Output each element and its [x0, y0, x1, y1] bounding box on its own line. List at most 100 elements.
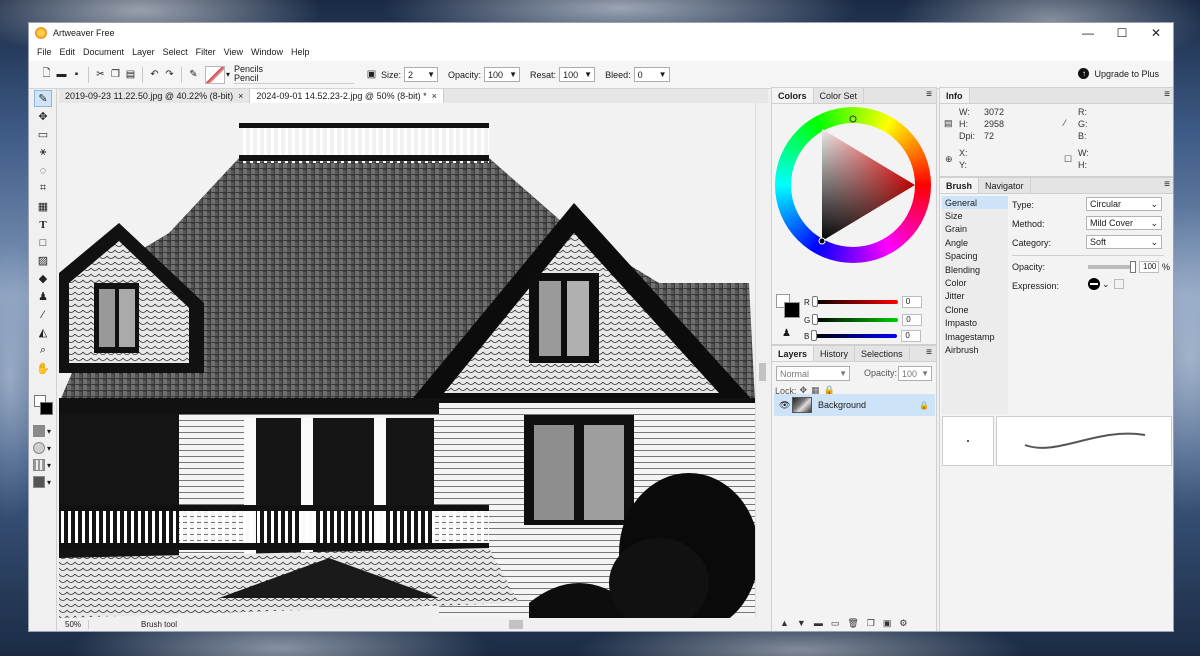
shape-tool-icon[interactable]: □ [34, 234, 52, 251]
brush-category-size[interactable]: Size [942, 209, 1008, 222]
new-document-icon[interactable]: 🗋 [39, 67, 54, 82]
rectangle-select-icon[interactable]: ▭ [34, 126, 52, 143]
expression-settings-icon[interactable] [1113, 279, 1124, 289]
menu-view[interactable]: View [220, 47, 247, 57]
brush-category-imagestamp[interactable]: Imagestamp [942, 330, 1008, 343]
move-layer-down-icon[interactable]: ▼ [797, 618, 806, 629]
redo-icon[interactable]: ↷ [162, 67, 177, 82]
grid-tool-icon[interactable]: ▦ [34, 198, 52, 215]
tab-color-set[interactable]: Color Set [814, 88, 865, 103]
open-folder-icon[interactable]: ▬ [54, 67, 69, 82]
expression-picker[interactable]: ⌄ [1088, 278, 1124, 290]
close-tab-icon[interactable]: × [432, 91, 437, 101]
maximize-button[interactable]: ☐ [1105, 23, 1139, 43]
canvas-vertical-scrollbar[interactable] [755, 103, 768, 618]
document-tab[interactable]: 2019-09-23 11.22.50.jpg @ 40.22% (8-bit)… [59, 89, 251, 103]
text-tool-icon[interactable]: T [34, 216, 52, 233]
blue-slider[interactable]: B 0 [804, 330, 922, 342]
resat-combo[interactable]: 100 ▼ [559, 67, 596, 82]
zoom-icon[interactable]: ⌕ [34, 342, 52, 359]
brush-settings-icon[interactable]: ▣ [364, 67, 379, 82]
hand-icon[interactable]: ✋ [34, 360, 52, 377]
menu-edit[interactable]: Edit [56, 47, 80, 57]
lasso-icon[interactable]: ◌ [34, 162, 52, 179]
tab-colors[interactable]: Colors [772, 88, 814, 103]
red-knob[interactable] [811, 296, 818, 307]
stamp-icon[interactable]: ♟ [34, 288, 52, 305]
minimize-button[interactable]: — [1071, 23, 1105, 43]
category-combo[interactable]: Soft ⌄ [1086, 235, 1162, 249]
move-layer-up-icon[interactable]: ▲ [780, 618, 789, 629]
menu-file[interactable]: File [33, 47, 56, 57]
red-value[interactable]: 0 [901, 296, 922, 308]
blue-track[interactable] [811, 330, 898, 341]
close-button[interactable]: ✕ [1139, 23, 1173, 43]
panel-menu-icon[interactable]: ≡ [1164, 179, 1170, 190]
red-track[interactable] [811, 296, 898, 307]
brush-category-clone[interactable]: Clone [942, 303, 1008, 316]
opacity-combo[interactable]: 100 ▼ [484, 67, 521, 82]
eraser-icon[interactable]: ◆ [34, 270, 52, 287]
document-tab-active[interactable]: 2024-09-01 14.52.23-2.jpg @ 50% (8-bit) … [250, 89, 444, 103]
brush-category-color[interactable]: Color [942, 276, 1008, 289]
green-track[interactable] [812, 314, 899, 325]
tab-history[interactable]: History [814, 346, 856, 361]
active-color-swatches[interactable] [776, 294, 802, 320]
method-combo[interactable]: Mild Cover ⌄ [1086, 216, 1162, 230]
stamp-icon[interactable]: ♟ [782, 328, 791, 339]
tab-selections[interactable]: Selections [855, 346, 910, 361]
menu-document[interactable]: Document [79, 47, 128, 57]
duplicate-layer-icon[interactable]: ❐ [867, 618, 875, 629]
brush-category-impasto[interactable]: Impasto [942, 317, 1008, 330]
paint-bucket-icon[interactable]: ◭ [34, 324, 52, 341]
panel-menu-icon[interactable]: ≡ [926, 347, 932, 358]
tab-info[interactable]: Info [940, 88, 970, 103]
layer-settings-gear-icon[interactable]: ⚙ [899, 618, 907, 629]
move-tool-icon[interactable]: ✥ [34, 108, 52, 125]
bleed-combo[interactable]: 0 ▼ [633, 67, 670, 82]
type-combo[interactable]: Circular ⌄ [1086, 197, 1162, 211]
brush-preset-picker[interactable]: ▾ Pencils Pencil [205, 65, 355, 84]
brush-category-airbrush[interactable]: Airbrush [942, 343, 1008, 356]
tab-brush[interactable]: Brush [940, 178, 980, 193]
brush-opacity-slider[interactable] [1088, 261, 1136, 273]
menu-filter[interactable]: Filter [192, 47, 220, 57]
gradient-icon[interactable]: ▨ [34, 252, 52, 269]
blend-mode-combo[interactable]: Normal ▼ [776, 366, 850, 381]
panel-menu-icon[interactable]: ≡ [926, 89, 932, 100]
menu-help[interactable]: Help [287, 47, 314, 57]
color-triangle[interactable] [775, 107, 931, 263]
copy-icon[interactable]: ❐ [108, 67, 123, 82]
brush-category-general[interactable]: General [942, 196, 1008, 210]
color-swatches[interactable] [34, 395, 56, 419]
green-knob[interactable] [812, 314, 819, 325]
brush-opacity-value[interactable]: 100 [1139, 261, 1159, 273]
paste-icon[interactable]: ▤ [123, 67, 138, 82]
save-icon[interactable]: ▪ [69, 67, 84, 82]
menu-select[interactable]: Select [159, 47, 192, 57]
image-canvas[interactable] [59, 103, 755, 618]
delete-layer-icon[interactable]: 🗑 [847, 618, 858, 629]
scroll-thumb[interactable] [509, 620, 523, 629]
secondary-color-swatch[interactable] [40, 402, 53, 415]
menu-window[interactable]: Window [247, 47, 287, 57]
scroll-thumb[interactable] [759, 363, 766, 381]
brush-category-angle[interactable]: Angle [942, 236, 1008, 249]
brush-category-grain[interactable]: Grain [942, 223, 1008, 236]
brush-tool-icon[interactable]: ✎ [186, 67, 201, 82]
brush-category-jitter[interactable]: Jitter [942, 290, 1008, 303]
magic-wand-icon[interactable]: ⚹ [34, 144, 52, 161]
upgrade-button[interactable]: ↑ Upgrade to Plus [1078, 68, 1159, 79]
tab-navigator[interactable]: Navigator [979, 178, 1031, 193]
green-slider[interactable]: G 0 [804, 314, 923, 326]
grain-option[interactable]: ▾ [33, 459, 56, 471]
layer-row[interactable]: 👁 Background 🔒 [774, 394, 935, 416]
new-layer-icon[interactable]: ▭ [831, 618, 840, 629]
tab-layers[interactable]: Layers [772, 346, 815, 361]
undo-icon[interactable]: ↶ [147, 67, 162, 82]
paper-option[interactable]: ▾ [33, 476, 56, 488]
green-value[interactable]: 0 [902, 314, 923, 326]
blue-value[interactable]: 0 [901, 330, 922, 342]
merge-layer-icon[interactable]: ▣ [883, 618, 892, 629]
pattern-option[interactable]: ▾ [33, 442, 56, 454]
